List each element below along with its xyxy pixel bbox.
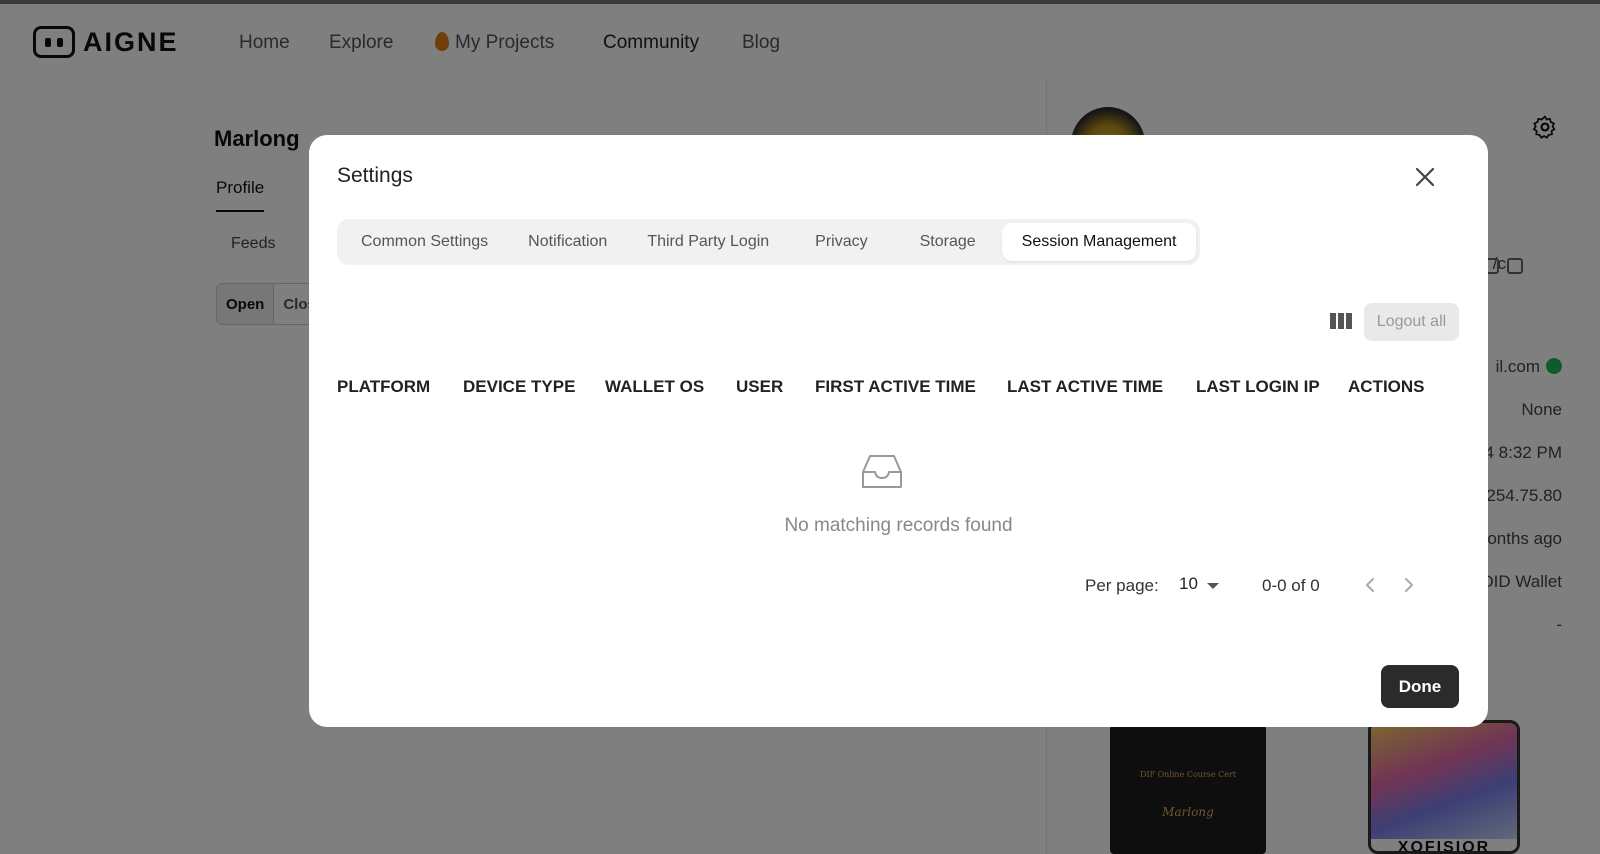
chevron-right-icon[interactable] bbox=[1399, 575, 1419, 595]
col-actions[interactable]: ACTIONS bbox=[1348, 377, 1425, 397]
col-wallet-os[interactable]: WALLET OS bbox=[605, 377, 704, 397]
columns-icon[interactable] bbox=[1329, 312, 1353, 330]
per-page-select[interactable]: 10 bbox=[1169, 568, 1227, 602]
logout-all-button[interactable]: Logout all bbox=[1364, 303, 1459, 341]
tab-session-management[interactable]: Session Management bbox=[1001, 223, 1197, 261]
col-device-type[interactable]: DEVICE TYPE bbox=[463, 377, 575, 397]
done-button[interactable]: Done bbox=[1381, 665, 1459, 708]
tab-common-settings[interactable]: Common Settings bbox=[341, 223, 508, 261]
tab-storage[interactable]: Storage bbox=[894, 223, 1002, 261]
tab-notification[interactable]: Notification bbox=[508, 223, 627, 261]
settings-tabs: Common Settings Notification Third Party… bbox=[337, 219, 1201, 265]
settings-dialog: Settings Common Settings Notification Th… bbox=[309, 135, 1488, 727]
col-first-active-time[interactable]: FIRST ACTIVE TIME bbox=[815, 377, 976, 397]
inbox-icon bbox=[862, 455, 902, 488]
col-platform[interactable]: PLATFORM bbox=[337, 377, 430, 397]
col-last-login-ip[interactable]: LAST LOGIN IP bbox=[1196, 377, 1320, 397]
close-icon[interactable] bbox=[1409, 161, 1441, 193]
per-page-label: Per page: bbox=[1085, 576, 1159, 595]
chevron-down-icon bbox=[1207, 583, 1219, 589]
tab-privacy[interactable]: Privacy bbox=[789, 223, 893, 261]
empty-state-text: No matching records found bbox=[784, 515, 1013, 536]
pagination-range: 0-0 of 0 bbox=[1262, 576, 1320, 595]
per-page-value: 10 bbox=[1179, 574, 1198, 593]
tab-third-party-login[interactable]: Third Party Login bbox=[627, 223, 789, 261]
dialog-title: Settings bbox=[337, 164, 413, 187]
chevron-left-icon[interactable] bbox=[1360, 575, 1380, 595]
col-user[interactable]: USER bbox=[736, 377, 783, 397]
col-last-active-time[interactable]: LAST ACTIVE TIME bbox=[1007, 377, 1163, 397]
